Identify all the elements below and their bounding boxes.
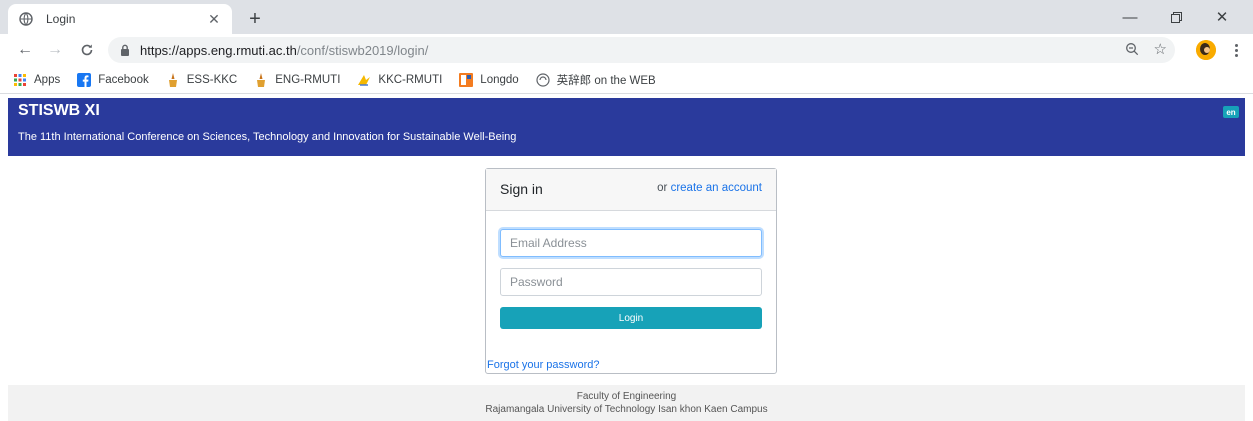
create-account-link[interactable]: create an account — [671, 182, 762, 194]
reload-icon[interactable] — [76, 39, 98, 61]
signin-heading: Sign in — [500, 181, 543, 197]
language-badge[interactable]: en — [1223, 106, 1239, 118]
footer-university: Rajamangala University of Technology Isa… — [485, 404, 768, 415]
login-card: Sign in or create an account Login Forgo… — [485, 168, 777, 374]
bookmark-longdo[interactable]: Longdo — [458, 69, 519, 91]
eng-rmuti-icon — [253, 72, 269, 88]
back-arrow-icon[interactable]: ← — [14, 39, 36, 61]
bookmark-ess-kkc[interactable]: ESS-KKC — [165, 69, 238, 91]
bookmark-kkc-rmuti[interactable]: KKC-RMUTI — [356, 69, 442, 91]
tab-strip: Login ✕ + — ✕ — [0, 0, 1253, 34]
close-tab-icon[interactable]: ✕ — [206, 11, 222, 27]
bookmark-label: Longdo — [480, 73, 519, 86]
bookmark-eijiro[interactable]: 英辞郎 on the WEB — [535, 69, 656, 91]
login-card-header: Sign in or create an account — [486, 169, 776, 211]
bookmark-apps[interactable]: Apps — [12, 69, 60, 91]
eijiro-icon — [535, 72, 551, 88]
page-footer: Faculty of Engineering Rajamangala Unive… — [8, 385, 1245, 421]
profile-avatar[interactable] — [1196, 40, 1216, 60]
browser-toolbar: ← → https://apps.eng.rmuti.ac.th/conf/st… — [0, 34, 1253, 66]
bookmark-label: ENG-RMUTI — [275, 73, 341, 86]
tab-title: Login — [46, 12, 76, 26]
lock-icon[interactable] — [118, 43, 132, 57]
forgot-password-link[interactable]: Forgot your password? — [487, 359, 600, 371]
url-text: https://apps.eng.rmuti.ac.th/conf/stiswb… — [140, 43, 428, 58]
longdo-icon — [458, 72, 474, 88]
login-button[interactable]: Login — [500, 307, 762, 329]
browser-tab[interactable]: Login ✕ — [8, 4, 232, 34]
new-tab-button[interactable]: + — [244, 8, 266, 30]
password-field[interactable] — [500, 268, 762, 296]
more-menu-icon[interactable] — [1228, 40, 1244, 60]
bookmark-eng-rmuti[interactable]: ENG-RMUTI — [253, 69, 340, 91]
address-bar[interactable]: https://apps.eng.rmuti.ac.th/conf/stiswb… — [108, 37, 1175, 63]
site-header: STISWB XI The 11th International Confere… — [8, 98, 1245, 156]
globe-icon — [18, 11, 34, 27]
bookmark-label: 英辞郎 on the WEB — [556, 74, 656, 87]
close-window-icon[interactable]: ✕ — [1199, 0, 1245, 34]
bookmark-star-icon[interactable]: ☆ — [1154, 40, 1167, 58]
forward-arrow-icon[interactable]: → — [44, 39, 66, 61]
bookmark-label: Facebook — [98, 73, 149, 86]
or-text: or — [657, 182, 671, 194]
bookmark-label: Apps — [34, 73, 61, 86]
facebook-icon — [76, 72, 92, 88]
bookmarks-bar: Apps Facebook ESS-KKC ENG-RMUTI KKC-RMUT… — [0, 66, 1253, 94]
bookmark-label: ESS-KKC — [186, 73, 238, 86]
bookmark-label: KKC-RMUTI — [378, 73, 443, 86]
kkc-rmuti-icon — [356, 72, 372, 88]
bookmark-facebook[interactable]: Facebook — [76, 69, 149, 91]
apps-grid-icon — [12, 72, 28, 88]
minimize-window-icon[interactable]: — — [1107, 0, 1153, 34]
create-account-text: or create an account — [657, 182, 762, 194]
url-path: /conf/stiswb2019/login/ — [296, 42, 429, 58]
site-subtitle: The 11th International Conference on Sci… — [18, 131, 517, 143]
zoom-icon[interactable] — [1125, 42, 1141, 58]
url-host: https://apps.eng.rmuti.ac.th — [140, 42, 297, 58]
site-title[interactable]: STISWB XI — [18, 102, 100, 120]
ess-kkc-icon — [165, 72, 181, 88]
footer-faculty: Faculty of Engineering — [576, 391, 677, 402]
email-field[interactable] — [500, 229, 762, 257]
restore-window-icon[interactable] — [1153, 0, 1199, 34]
